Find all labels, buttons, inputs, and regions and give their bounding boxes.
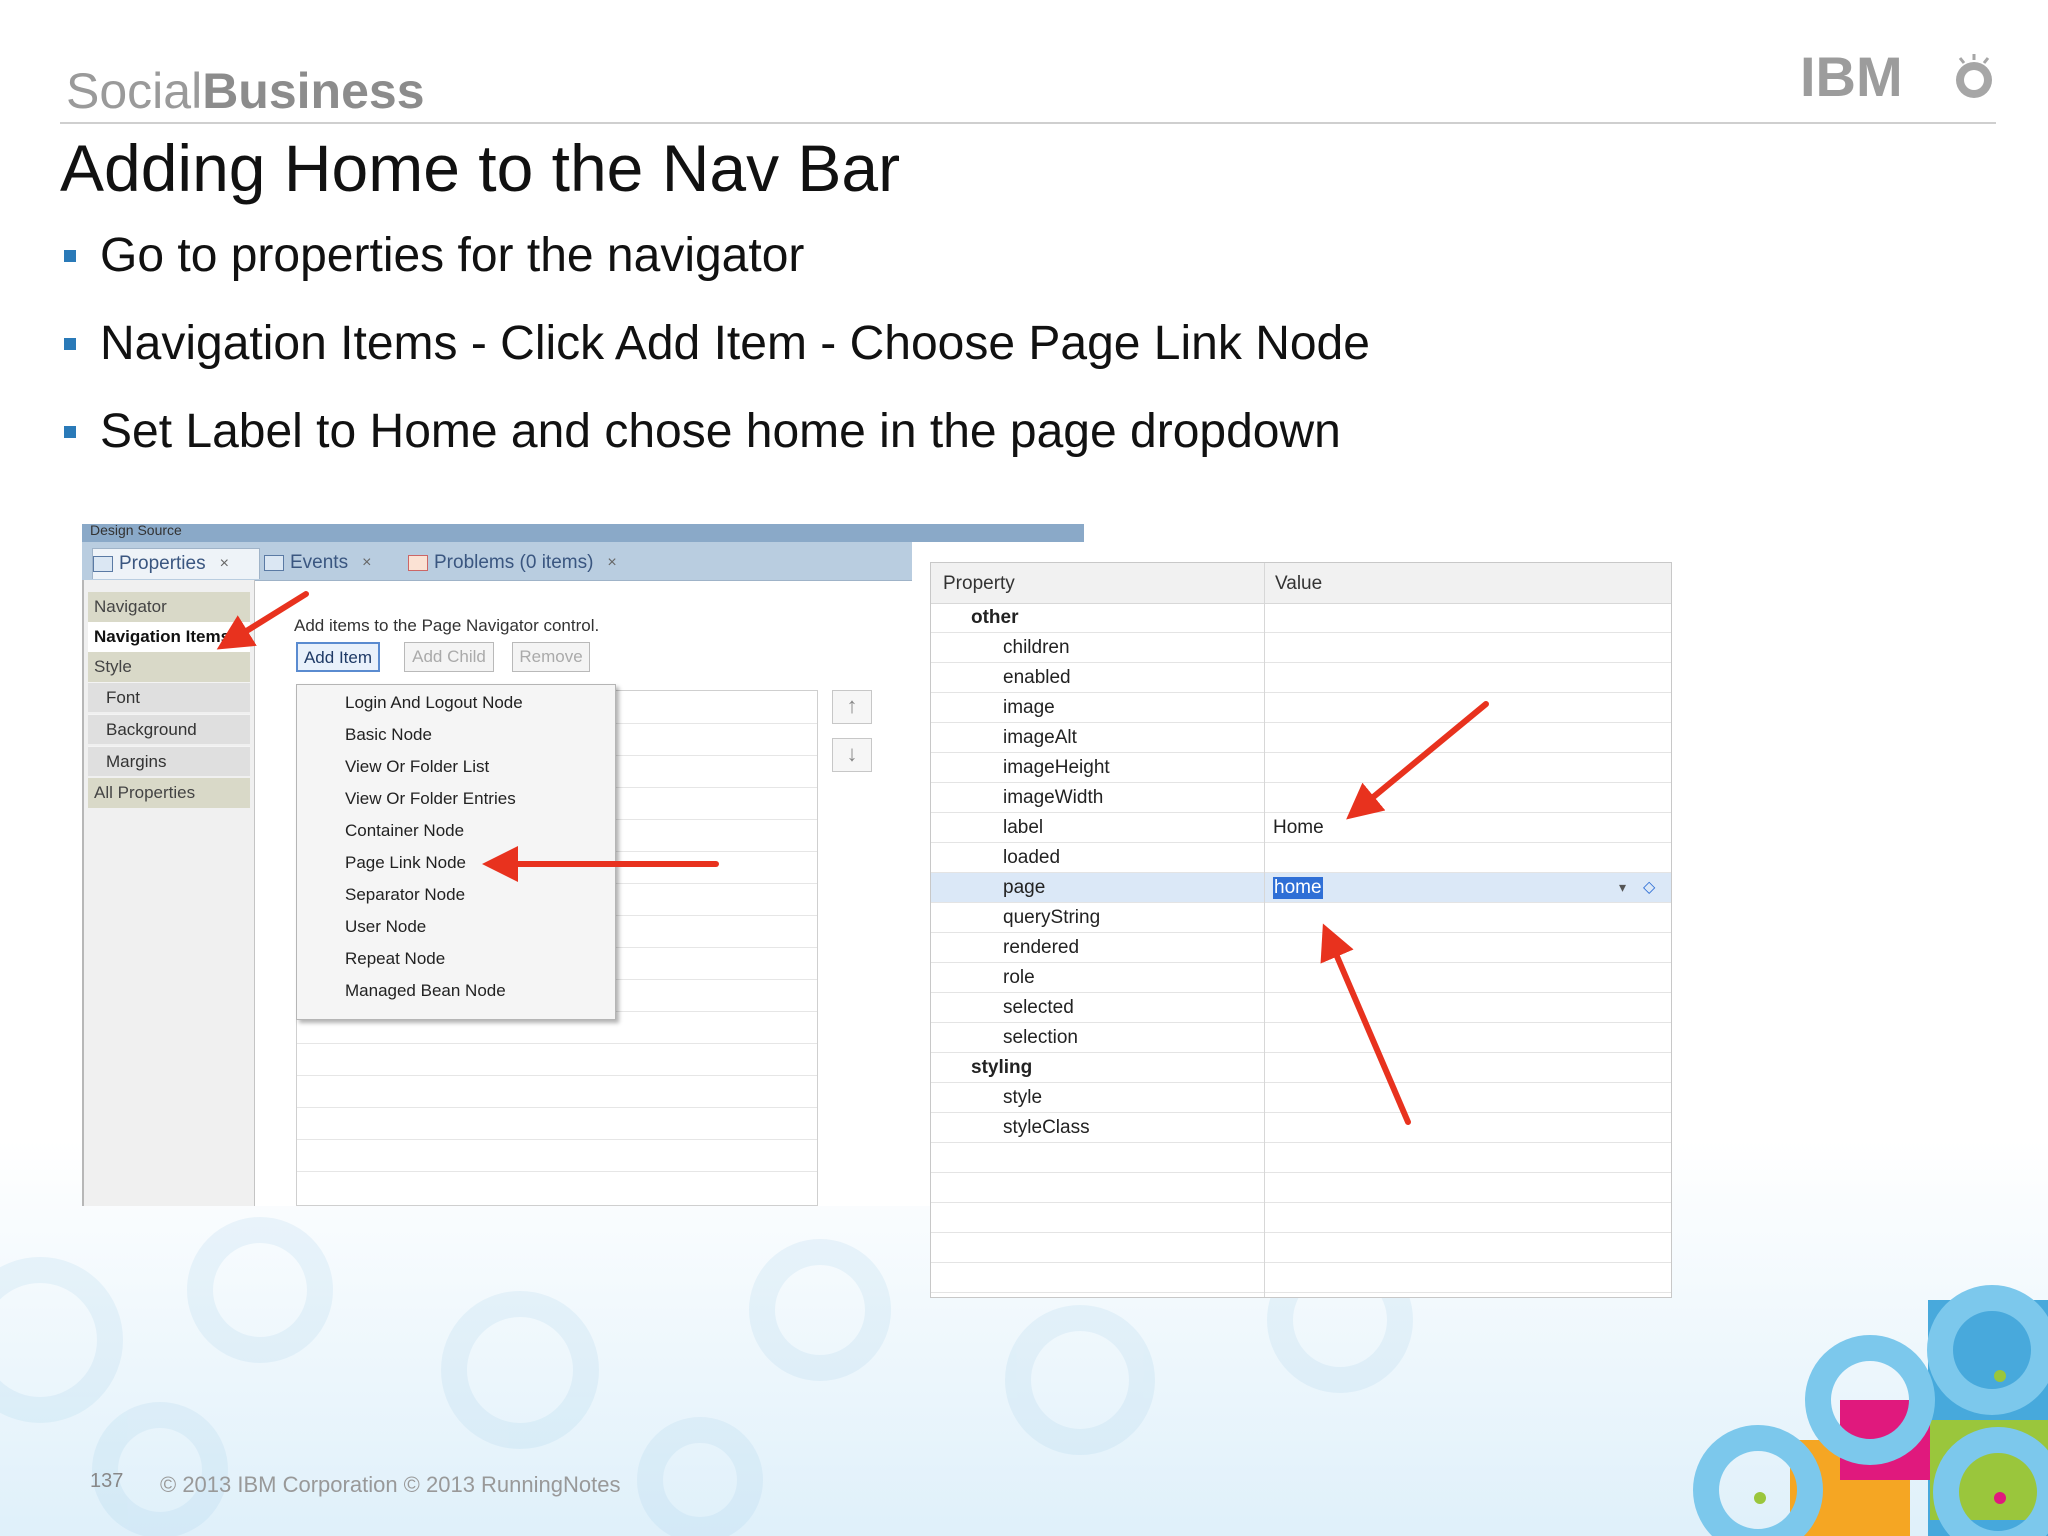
page-number: 137 [90,1470,124,1492]
arrow-to-page-value [1320,923,1411,1125]
arrow-to-label-value [1346,701,1489,820]
copyright-text: © 2013 IBM Corporation © 2013 RunningNot… [160,1472,621,1497]
annotation-arrows [216,591,1489,1125]
arrow-to-navigation-items [216,591,309,650]
